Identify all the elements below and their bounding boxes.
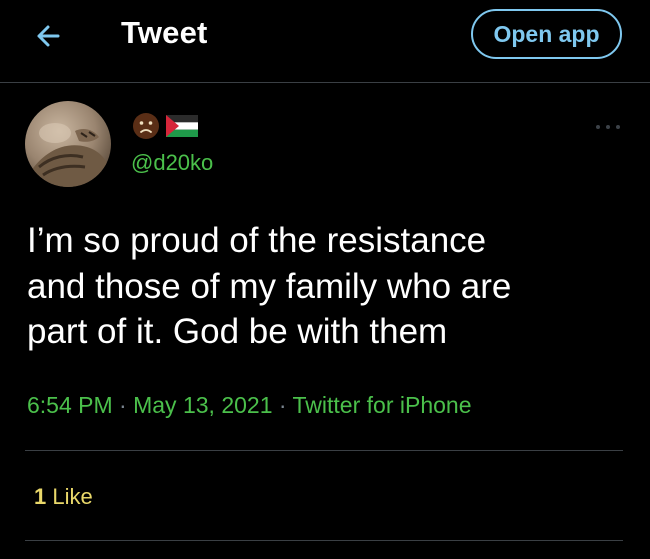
- separator-dot: ·: [119, 392, 127, 418]
- tweet-text-line: part of it. God be with them: [27, 312, 448, 351]
- palestine-flag-emoji: [166, 115, 198, 137]
- divider: [25, 540, 623, 541]
- more-options-button[interactable]: [594, 120, 622, 132]
- likes-count: 1: [34, 484, 47, 509]
- cat-avatar-image: [25, 101, 111, 187]
- tweet-text: I’m so proud of the resistance and those…: [27, 218, 627, 355]
- tweet-source[interactable]: Twitter for iPhone: [293, 392, 472, 418]
- ellipsis-icon: [596, 125, 620, 129]
- back-button[interactable]: [30, 20, 70, 52]
- tweet-text-line: and those of my family who are: [27, 266, 512, 306]
- tweet-text-line: I’m so proud of the resistance: [27, 221, 487, 260]
- open-app-button[interactable]: Open app: [471, 9, 622, 59]
- slightly-frowning-face-emoji: [133, 113, 159, 139]
- arrow-left-icon: [37, 25, 60, 47]
- tweet-time[interactable]: 6:54 PM: [27, 392, 113, 418]
- top-bar: Tweet Open app: [0, 0, 650, 83]
- likes-link[interactable]: 1 Like: [34, 484, 93, 510]
- tweet-metadata: 6:54 PM · May 13, 2021 · Twitter for iPh…: [27, 392, 472, 419]
- likes-label: Like: [52, 484, 93, 509]
- user-handle[interactable]: @d20ko: [131, 150, 213, 176]
- separator-dot: ·: [278, 392, 287, 418]
- divider: [25, 450, 623, 451]
- tweet-date[interactable]: May 13, 2021: [133, 392, 272, 418]
- page-title: Tweet: [121, 15, 208, 50]
- avatar[interactable]: [25, 101, 111, 187]
